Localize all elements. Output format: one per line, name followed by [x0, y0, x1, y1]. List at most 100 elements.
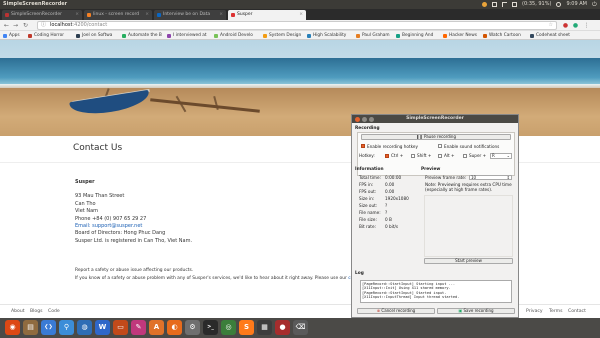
vscode-icon[interactable]: ❮❯	[41, 320, 56, 335]
system-tray: (0:35, 91%) 9:09 AM ⏻	[482, 0, 597, 9]
window-titlebar[interactable]: SimpleScreenRecorder	[352, 115, 518, 123]
bookmark-icon	[263, 33, 267, 38]
ctrl-checkbox[interactable]	[385, 153, 389, 158]
enable-sound-checkbox[interactable]	[438, 144, 442, 148]
bookmark-item[interactable]: Hacker News	[443, 32, 477, 39]
preview-label: Preview	[421, 167, 441, 172]
bookmark-item[interactable]: System Design	[263, 32, 301, 39]
close-icon[interactable]: ×	[219, 10, 223, 20]
dropbox-icon[interactable]	[492, 2, 498, 7]
report-title: Report a safety or abuse issue affecting…	[75, 268, 194, 273]
settings-icon[interactable]: ⚙	[185, 320, 200, 335]
enable-hotkey-checkbox[interactable]	[361, 144, 365, 148]
cancel-recording-button[interactable]: ⊗ Cancel recording	[357, 308, 435, 314]
bookmark-item[interactable]: Joel on Softwa	[76, 32, 112, 39]
bookmark-item[interactable]: Automate the B	[122, 32, 162, 39]
terminal-icon[interactable]: >_	[203, 320, 218, 335]
info-icon[interactable]: ⓘ	[41, 22, 46, 29]
tab-linux[interactable]: linux - screen record ×	[84, 10, 152, 20]
preview-frame-rate-spinbox[interactable]: 10 ⇕	[469, 174, 512, 181]
bookmark-label: Android Develo	[220, 33, 253, 38]
chromium-icon[interactable]: ◍	[77, 320, 92, 335]
address-line: 93 Mau Than Street	[75, 193, 125, 200]
info-value: 0:00:00	[385, 175, 402, 180]
footer-link-contact[interactable]: Contact	[568, 309, 586, 314]
kde-connect-icon[interactable]: ⚲	[59, 320, 74, 335]
pause-recording-button[interactable]: ❚❚ Pause recording	[361, 134, 511, 140]
tab-recorder[interactable]: SimpleScreenRecorder ×	[2, 10, 82, 20]
close-window-icon[interactable]	[355, 116, 360, 122]
tab-susper[interactable]: Susper ×	[228, 10, 306, 20]
email-link[interactable]: Email: support@susper.net	[75, 223, 192, 230]
tab-interview[interactable]: Interview be on Data ×	[154, 10, 226, 20]
bookmark-item[interactable]: Beginning And	[396, 32, 433, 39]
writer-icon[interactable]: W	[95, 320, 110, 335]
battery-icon[interactable]	[512, 2, 518, 7]
recorder-icon[interactable]: ●	[275, 320, 290, 335]
power-icon[interactable]: ⏻	[592, 2, 597, 8]
clock[interactable]: 9:09 AM	[566, 0, 587, 9]
save-recording-button[interactable]: ▣ Save recording	[437, 308, 515, 314]
bookmark-item[interactable]: Codeheat sheet	[530, 32, 570, 39]
hotkey-key-select[interactable]: R ⌄	[490, 153, 512, 159]
bookmark-item[interactable]: Watch Cartoon	[483, 32, 521, 39]
bookmark-label: Paul Graham	[362, 33, 390, 38]
calc-icon[interactable]: ▦	[257, 320, 272, 335]
menu-icon[interactable]: ⋮	[583, 22, 590, 29]
maximize-window-icon[interactable]	[369, 116, 374, 122]
forward-icon[interactable]: →	[12, 22, 19, 29]
software-icon[interactable]: A	[149, 320, 164, 335]
footer-link-privacy[interactable]: Privacy	[526, 309, 543, 314]
bookmark-label: Beginning And	[402, 33, 434, 38]
bookmark-item[interactable]: Android Develo	[214, 32, 253, 39]
bookmark-label: Coding Horror	[34, 33, 64, 38]
footer-link-code[interactable]: Code	[48, 309, 60, 314]
footer-link-blogs[interactable]: Blogs	[30, 309, 43, 314]
volume-icon[interactable]	[556, 2, 562, 7]
extension-icon[interactable]: ●	[562, 22, 569, 29]
footer-link-about[interactable]: About	[11, 309, 25, 314]
extension-icon[interactable]: ●	[572, 22, 579, 29]
bookmark-icon	[28, 33, 32, 38]
bookmark-item[interactable]: Paul Graham	[356, 32, 390, 39]
bookmark-item[interactable]: Coding Horror	[28, 32, 64, 39]
close-icon[interactable]: ×	[145, 10, 149, 20]
minimize-window-icon[interactable]	[362, 116, 367, 122]
bookmark-item[interactable]: I interviewed at	[167, 32, 207, 39]
bookmark-item[interactable]: High Scalability	[307, 32, 346, 39]
files-icon[interactable]: ▤	[23, 320, 38, 335]
info-value: 1920x1080	[385, 196, 409, 201]
reload-icon[interactable]: ↻	[22, 22, 29, 29]
ubuntu-icon[interactable]: ◉	[5, 320, 20, 335]
preview-note: Note: Previewing requires extra CPU time…	[425, 182, 512, 192]
close-icon[interactable]: ×	[299, 10, 303, 20]
address-bar[interactable]: ⓘ localhost:4200/contact ☆	[37, 21, 557, 30]
pinta-icon[interactable]: ✎	[131, 320, 146, 335]
tab-favicon-icon	[157, 13, 161, 17]
super-checkbox[interactable]	[463, 153, 467, 158]
close-icon[interactable]: ×	[75, 10, 79, 20]
trash-icon[interactable]: ⌫	[293, 320, 308, 335]
log-line: [X11Input::InputThread] Input thread sta…	[362, 295, 460, 300]
star-icon[interactable]: ☆	[549, 22, 553, 29]
log-output[interactable]: [PageRecord::StartInput] Starting input …	[360, 280, 512, 303]
bookmark-icon	[483, 33, 487, 38]
notification-icon[interactable]	[482, 2, 488, 7]
back-icon[interactable]: ←	[3, 22, 10, 29]
chrome-icon[interactable]: ◎	[221, 320, 236, 335]
bookmark-label: Automate the B	[128, 33, 162, 38]
wifi-icon[interactable]	[502, 2, 508, 7]
impress-icon[interactable]: ▭	[113, 320, 128, 335]
start-preview-button[interactable]: Start preview	[424, 258, 513, 264]
alt-checkbox[interactable]	[438, 153, 442, 158]
spin-icon[interactable]: ⇕	[507, 175, 510, 181]
bookmark-apps[interactable]: Apps	[3, 32, 20, 39]
sublime-icon[interactable]: S	[239, 320, 254, 335]
super-label: Super +	[469, 153, 487, 158]
info-key: Total time:	[359, 175, 381, 180]
shift-checkbox[interactable]	[411, 153, 415, 158]
bookmark-icon	[530, 33, 534, 38]
footer-link-terms[interactable]: Terms	[549, 309, 563, 314]
info-value: 0.00	[385, 182, 395, 187]
firefox-icon[interactable]: ◐	[167, 320, 182, 335]
